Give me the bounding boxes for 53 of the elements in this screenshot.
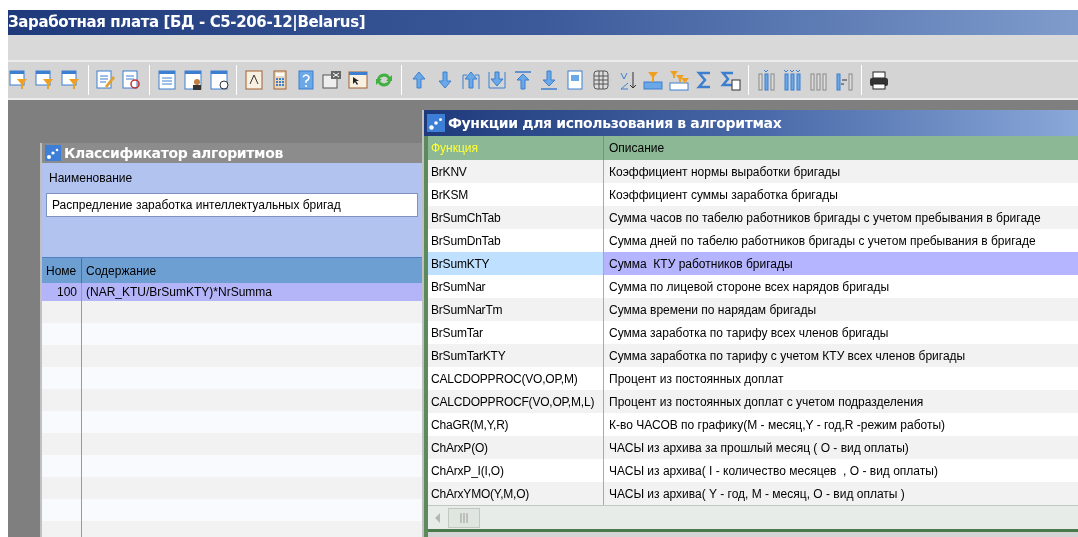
column-header[interactable]: Описание — [604, 136, 1078, 160]
table-cell-text: (NAR_KTU/BrSumKTY)*NrSumma — [85, 284, 274, 301]
panel-title: Функции для использования в алгоритмах — [448, 113, 782, 133]
table-cell[interactable]: Коэффициент нормы выработки бригады — [604, 160, 1078, 183]
table-cell[interactable]: Сумма КТУ работников бригады — [604, 252, 1078, 275]
table-cell[interactable]: ЧАСЫ из архива( I - количество месяцев , O - вид оплаты) — [604, 459, 1078, 482]
table-cell[interactable]: Сумма дней по табелю работников бригады с учетом пребывания в бригаде — [604, 229, 1078, 252]
multi-filter-icon[interactable] — [668, 69, 690, 91]
table-cell[interactable]: Сумма заработка по тарифу всех членов бригады — [604, 321, 1078, 344]
help-icon[interactable] — [295, 69, 317, 91]
table-cell[interactable]: Сумма по лицевой стороне всех нарядов бригады — [604, 275, 1078, 298]
table-cell[interactable]: Сумма заработка по тарифу с учетом КТУ всех членов бригады — [604, 344, 1078, 367]
table-cell[interactable]: Процент из постоянных доплат — [604, 367, 1078, 390]
columns-icon[interactable] — [755, 69, 777, 91]
app-icon — [45, 145, 61, 161]
scrollbar-thumb[interactable] — [448, 507, 480, 528]
sum-document-icon[interactable] — [720, 69, 742, 91]
all-columns-icon[interactable] — [781, 69, 803, 91]
app-icon — [427, 114, 445, 132]
printer-icon[interactable] — [868, 69, 890, 91]
preview-icon[interactable] — [121, 69, 143, 91]
clock-document-icon[interactable] — [208, 69, 230, 91]
field-label: Наименование — [48, 170, 134, 187]
filter-icon[interactable] — [34, 69, 56, 91]
name-field[interactable]: Распредление заработка интеллектуальных бригад — [46, 193, 418, 217]
filter-icon[interactable] — [60, 69, 82, 91]
filter-icon[interactable] — [8, 69, 30, 91]
table-cell[interactable]: Сумма времени по нарядам бригады — [604, 298, 1078, 321]
user-document-icon[interactable] — [182, 69, 204, 91]
table-cell[interactable]: Сумма часов по табелю работников бригады с учетом пребывания в бригаде — [604, 206, 1078, 229]
grid-icon[interactable] — [590, 69, 612, 91]
window-title: Заработная плата [БД - C5-206-12|Belarus] — [8, 12, 366, 34]
horizontal-scrollbar[interactable] — [428, 505, 1078, 529]
edit-icon[interactable] — [95, 69, 117, 91]
table-cell[interactable]: ЧАСЫ из архива за прошлый месяц ( O - вид оплаты) — [604, 436, 1078, 459]
table-row[interactable]: 100 (NAR_KTU/BrSumKTY)*NrSumma — [42, 283, 422, 301]
arrow-bottom-icon[interactable] — [538, 69, 560, 91]
window-icon[interactable] — [347, 69, 369, 91]
table-cell[interactable]: ЧАСЫ из архива( Y - год, M - месяц, O - вид оплаты ) — [604, 482, 1078, 505]
report-icon[interactable] — [564, 69, 586, 91]
filter-table-icon[interactable] — [642, 69, 664, 91]
arrow-down-box-icon[interactable] — [486, 69, 508, 91]
arrow-top-icon[interactable] — [512, 69, 534, 91]
panel-title: Классификатор алгоритмов — [64, 143, 283, 163]
table-cell[interactable]: Процент из постоянных доплат с учетом подразделения — [604, 390, 1078, 413]
grip-icon — [460, 512, 468, 523]
table-cell[interactable]: К-во ЧАСОВ по графику(M - месяц,Y - год,R -режим работы) — [604, 413, 1078, 436]
window-close-icon[interactable] — [321, 69, 343, 91]
table-cell[interactable]: BrSumKTY — [428, 252, 604, 275]
arrow-up-box-icon[interactable] — [460, 69, 482, 91]
column-header[interactable]: Содержание — [82, 258, 422, 283]
document-icon[interactable] — [156, 69, 178, 91]
table-cell[interactable]: Коэффициент суммы заработка бригады — [604, 183, 1078, 206]
